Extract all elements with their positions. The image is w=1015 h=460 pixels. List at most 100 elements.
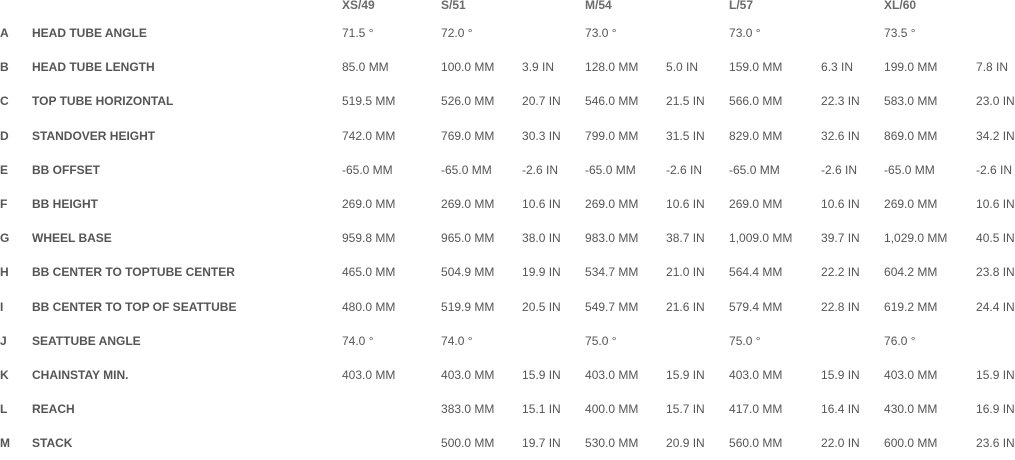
value-mm: 73.0 °: [585, 16, 666, 50]
value-mm: 269.0 MM: [585, 187, 666, 221]
value-in: 40.5 IN: [976, 221, 1015, 255]
row-letter: H: [0, 255, 32, 289]
value-mm: 799.0 MM: [585, 119, 666, 153]
value-in: [522, 324, 585, 358]
value-mm: 159.0 MM: [729, 50, 821, 84]
table-row: HBB CENTER TO TOPTUBE CENTER465.0 MM504.…: [0, 255, 1015, 289]
row-letter: B: [0, 50, 32, 84]
row-label: CHAINSTAY MIN.: [32, 358, 342, 392]
value-in: [522, 16, 585, 50]
geometry-table-body: AHEAD TUBE ANGLE71.5 °72.0 °73.0 °73.0 °…: [0, 16, 1015, 460]
value-mm: 619.2 MM: [884, 290, 976, 324]
row-label: HEAD TUBE ANGLE: [32, 16, 342, 50]
value-mm: 76.0 °: [884, 324, 976, 358]
row-letter: D: [0, 119, 32, 153]
table-row: FBB HEIGHT269.0 MM269.0 MM10.6 IN269.0 M…: [0, 187, 1015, 221]
value-mm: 1,029.0 MM: [884, 221, 976, 255]
value-in: 5.0 IN: [666, 50, 729, 84]
value-mm: 403.0 MM: [585, 358, 666, 392]
table-row: EBB OFFSET-65.0 MM-65.0 MM-2.6 IN-65.0 M…: [0, 153, 1015, 187]
value-mm: 579.4 MM: [729, 290, 821, 324]
value-mm: 504.9 MM: [441, 255, 522, 289]
value-mm: 403.0 MM: [342, 358, 441, 392]
table-row: JSEATTUBE ANGLE74.0 °74.0 °75.0 °75.0 °7…: [0, 324, 1015, 358]
value-in: -2.6 IN: [522, 153, 585, 187]
row-letter: I: [0, 290, 32, 324]
value-mm: 604.2 MM: [884, 255, 976, 289]
value-mm: 769.0 MM: [441, 119, 522, 153]
value-in: 23.0 IN: [976, 84, 1015, 118]
value-mm: 1,009.0 MM: [729, 221, 821, 255]
value-mm: 100.0 MM: [441, 50, 522, 84]
value-mm: 75.0 °: [729, 324, 821, 358]
value-mm: 430.0 MM: [884, 392, 976, 426]
row-label: TOP TUBE HORIZONTAL: [32, 84, 342, 118]
row-label: BB HEIGHT: [32, 187, 342, 221]
value-in: [976, 324, 1015, 358]
value-mm: 74.0 °: [441, 324, 522, 358]
value-mm: -65.0 MM: [342, 153, 441, 187]
value-mm: 403.0 MM: [884, 358, 976, 392]
value-in: 34.2 IN: [976, 119, 1015, 153]
size-header-m: M/54: [585, 0, 729, 16]
value-mm: 500.0 MM: [441, 426, 522, 460]
value-in: 21.5 IN: [666, 84, 729, 118]
row-label: BB OFFSET: [32, 153, 342, 187]
table-row: LREACH383.0 MM15.1 IN400.0 MM15.7 IN417.…: [0, 392, 1015, 426]
table-row: MSTACK500.0 MM19.7 IN530.0 MM20.9 IN560.…: [0, 426, 1015, 460]
value-in: -2.6 IN: [821, 153, 884, 187]
value-mm: 566.0 MM: [729, 84, 821, 118]
value-mm: 742.0 MM: [342, 119, 441, 153]
value-in: 15.9 IN: [976, 358, 1015, 392]
value-in: 24.4 IN: [976, 290, 1015, 324]
value-mm: 269.0 MM: [884, 187, 976, 221]
value-mm: 546.0 MM: [585, 84, 666, 118]
value-in: -2.6 IN: [976, 153, 1015, 187]
value-in: [666, 16, 729, 50]
size-header-xs: XS/49: [342, 0, 441, 16]
value-in: 22.8 IN: [821, 290, 884, 324]
value-in: 23.6 IN: [976, 426, 1015, 460]
value-in: 38.7 IN: [666, 221, 729, 255]
row-letter: L: [0, 392, 32, 426]
size-header-xl: XL/60: [884, 0, 1015, 16]
value-mm: 417.0 MM: [729, 392, 821, 426]
value-mm: [342, 426, 441, 460]
value-in: [666, 324, 729, 358]
value-in: 19.7 IN: [522, 426, 585, 460]
value-in: 6.3 IN: [821, 50, 884, 84]
row-label: BB CENTER TO TOP OF SEATTUBE: [32, 290, 342, 324]
value-in: 15.9 IN: [666, 358, 729, 392]
value-mm: 480.0 MM: [342, 290, 441, 324]
value-mm: 465.0 MM: [342, 255, 441, 289]
value-in: 21.0 IN: [666, 255, 729, 289]
value-mm: 403.0 MM: [441, 358, 522, 392]
value-in: 10.6 IN: [821, 187, 884, 221]
value-in: [976, 16, 1015, 50]
value-mm: 73.5 °: [884, 16, 976, 50]
value-mm: 403.0 MM: [729, 358, 821, 392]
table-row: BHEAD TUBE LENGTH85.0 MM100.0 MM3.9 IN12…: [0, 50, 1015, 84]
value-in: -2.6 IN: [666, 153, 729, 187]
size-header-l: L/57: [729, 0, 884, 16]
value-in: 7.8 IN: [976, 50, 1015, 84]
value-mm: 199.0 MM: [884, 50, 976, 84]
value-in: 16.4 IN: [821, 392, 884, 426]
value-mm: 71.5 °: [342, 16, 441, 50]
row-label: BB CENTER TO TOPTUBE CENTER: [32, 255, 342, 289]
value-in: 15.9 IN: [522, 358, 585, 392]
value-in: 39.7 IN: [821, 221, 884, 255]
value-mm: 534.7 MM: [585, 255, 666, 289]
value-mm: 85.0 MM: [342, 50, 441, 84]
value-mm: 383.0 MM: [441, 392, 522, 426]
value-in: 22.3 IN: [821, 84, 884, 118]
table-row: KCHAINSTAY MIN.403.0 MM403.0 MM15.9 IN40…: [0, 358, 1015, 392]
value-in: 20.7 IN: [522, 84, 585, 118]
row-letter: F: [0, 187, 32, 221]
header-label-spacer: [32, 0, 342, 16]
value-mm: 564.4 MM: [729, 255, 821, 289]
row-label: STACK: [32, 426, 342, 460]
row-letter: C: [0, 84, 32, 118]
value-mm: 526.0 MM: [441, 84, 522, 118]
row-label: SEATTUBE ANGLE: [32, 324, 342, 358]
